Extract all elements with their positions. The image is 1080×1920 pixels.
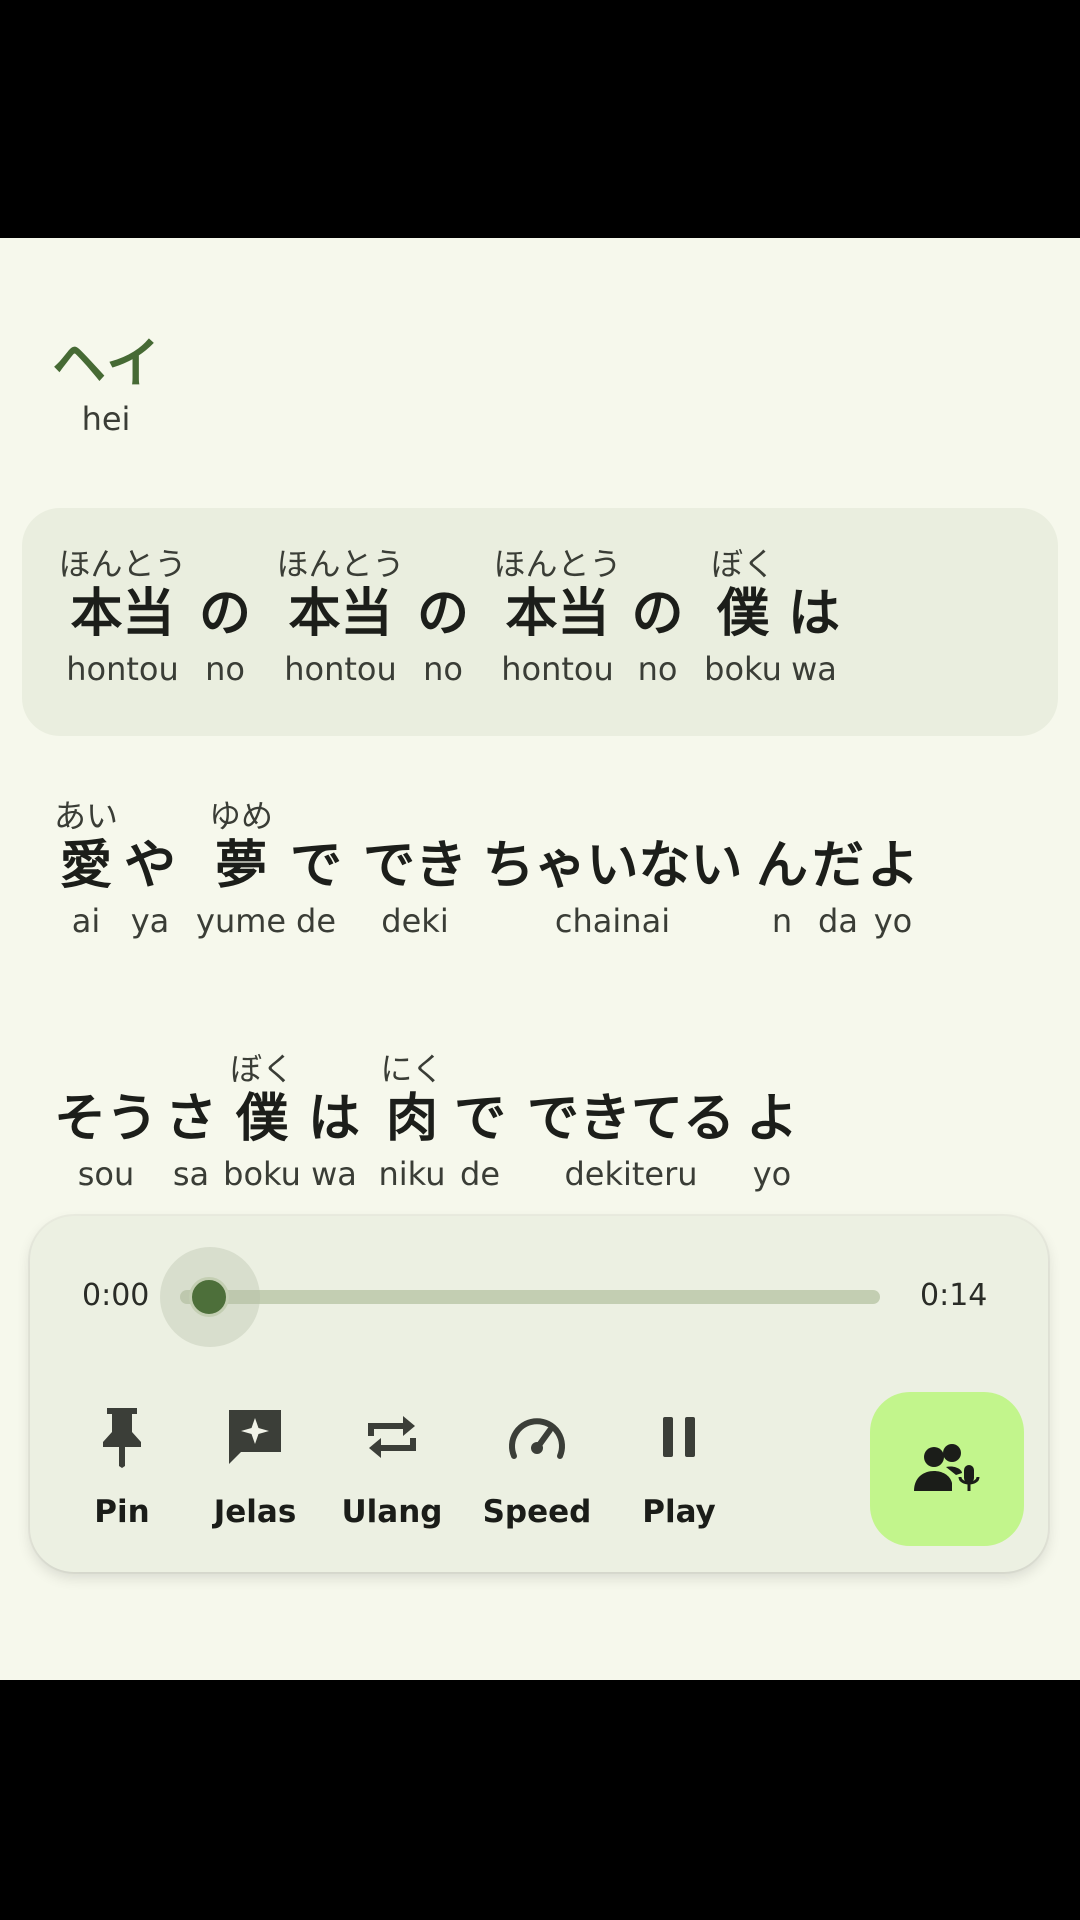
explain-sparkle-icon: [229, 1410, 281, 1464]
lyric-word[interactable]: の no: [195, 545, 255, 691]
speed-label: Speed: [482, 1494, 592, 1530]
pin-label: Pin: [94, 1494, 150, 1530]
repeat-icon: [368, 1416, 416, 1458]
lyric-word[interactable]: ほんとう 本当 hontou: [50, 545, 195, 691]
lyric-word[interactable]: ほんとう 本当 hontou: [268, 545, 413, 691]
current-time: 0:00: [82, 1278, 150, 1313]
lyric-word[interactable]: できてる dekiteru: [515, 1050, 747, 1196]
lyric-word[interactable]: あい 愛 ai: [52, 797, 120, 943]
ulang-button[interactable]: Ulang: [327, 1400, 457, 1530]
lyric-word[interactable]: の no: [630, 545, 685, 691]
voice-group-icon: [914, 1444, 980, 1491]
speed-button[interactable]: Speed: [472, 1400, 602, 1530]
lyric-word[interactable]: ぼく 僕 boku: [702, 545, 784, 691]
voice-group-button[interactable]: [870, 1392, 1024, 1546]
lyric-word[interactable]: ぼく 僕 boku: [220, 1050, 304, 1196]
play-button[interactable]: Play: [614, 1400, 744, 1530]
jelas-label: Jelas: [213, 1494, 297, 1530]
lyric-word[interactable]: や ya: [120, 797, 180, 943]
jelas-button[interactable]: Jelas: [190, 1400, 320, 1530]
lyric-word[interactable]: で de: [286, 797, 346, 943]
pause-icon: [663, 1417, 695, 1457]
lyric-word[interactable]: ちゃいない chainai: [475, 797, 750, 943]
lyric-word[interactable]: は wa: [784, 545, 844, 691]
total-time: 0:14: [920, 1278, 988, 1313]
title-romaji: hei: [81, 400, 131, 438]
progress-track[interactable]: [180, 1290, 880, 1304]
lyric-word[interactable]: ゆめ 夢 yume: [196, 797, 286, 943]
lyric-word[interactable]: ん n: [752, 797, 812, 943]
lyric-word[interactable]: でき deki: [355, 797, 475, 943]
lyric-word[interactable]: で de: [452, 1050, 508, 1196]
ulang-label: Ulang: [341, 1494, 443, 1530]
title-jp: ヘイ: [52, 332, 160, 395]
lyric-word[interactable]: ほんとう 本当 hontou: [485, 545, 630, 691]
lyric-word[interactable]: の no: [413, 545, 473, 691]
lyric-word[interactable]: そう sou: [50, 1050, 162, 1196]
speedometer-icon: [509, 1418, 565, 1459]
lyric-word[interactable]: にく 肉 niku: [372, 1050, 452, 1196]
title-word[interactable]: ヘイ hei: [46, 333, 166, 441]
lyric-word[interactable]: よ yo: [742, 1050, 802, 1196]
progress-thumb[interactable]: [189, 1277, 229, 1317]
lyric-word[interactable]: よ yo: [863, 797, 923, 943]
pin-button[interactable]: Pin: [57, 1400, 187, 1530]
lyric-word[interactable]: さ sa: [162, 1050, 220, 1196]
pin-icon: [103, 1408, 141, 1468]
lyric-word[interactable]: は wa: [304, 1050, 364, 1196]
play-label: Play: [642, 1494, 716, 1530]
lyric-word[interactable]: だ da: [808, 797, 868, 943]
